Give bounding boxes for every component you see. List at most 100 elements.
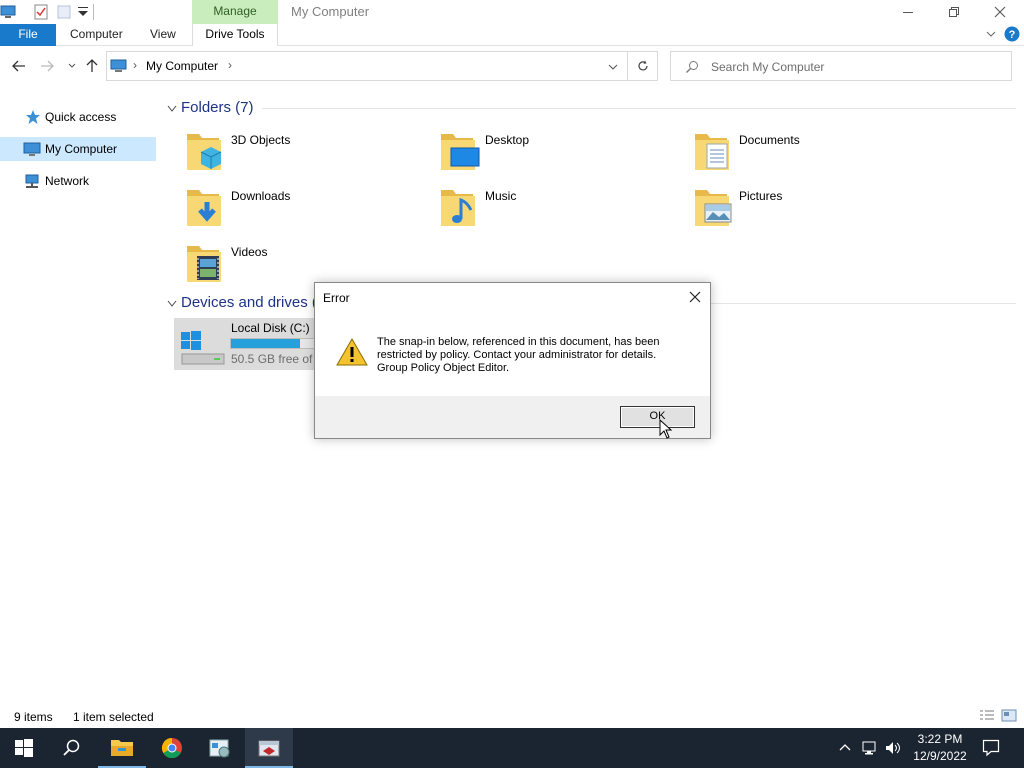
close-icon — [994, 6, 1006, 18]
taskbar-file-explorer[interactable] — [98, 728, 146, 768]
svg-text:?: ? — [1009, 29, 1016, 41]
tab-manage[interactable]: Manage — [192, 0, 278, 24]
warning-icon — [336, 337, 368, 370]
breadcrumb-chevron-icon[interactable]: › — [228, 58, 232, 72]
up-arrow-icon — [86, 59, 98, 72]
navigation-pane: Quick access My Computer Network — [0, 100, 156, 700]
dialog-close-button[interactable] — [685, 289, 705, 305]
3d-objects-folder-icon — [187, 134, 222, 170]
dialog-message-block: The snap-in below, referenced in this do… — [377, 336, 697, 375]
refresh-button[interactable] — [628, 51, 658, 81]
ok-button[interactable]: OK — [620, 406, 695, 428]
folder-name: Downloads — [231, 189, 291, 203]
drive-name: Local Disk (C:) — [231, 321, 310, 335]
taskbar-mmc[interactable] — [245, 728, 293, 768]
folder-name: Desktop — [485, 133, 530, 147]
search-icon — [685, 60, 699, 77]
computer-icon — [110, 58, 128, 77]
show-hidden-icons-button[interactable] — [838, 740, 852, 757]
clock-date[interactable]: 12/9/2022 — [908, 749, 972, 763]
details-view-icon[interactable] — [979, 709, 995, 726]
devices-group-header[interactable]: Devices and drives ( — [181, 294, 315, 314]
computer-icon[interactable] — [0, 4, 16, 20]
drive-local-disk-c[interactable]: Local Disk (C:) 50.5 GB free of 7 — [174, 318, 314, 370]
breadcrumb-my-computer[interactable]: My Computer — [146, 59, 218, 73]
folder-name: Pictures — [739, 189, 783, 203]
minimize-icon — [903, 12, 913, 13]
error-dialog: Error The snap-in below, referenced in t… — [314, 282, 711, 439]
properties-icon[interactable] — [33, 4, 49, 20]
folder-music[interactable]: Music — [439, 186, 669, 234]
search-icon — [63, 739, 80, 756]
dialog-footer: OK — [315, 396, 710, 438]
windows-drive-icon — [181, 331, 225, 365]
customize-quick-access-icon[interactable] — [75, 4, 91, 20]
volume-tray-icon[interactable] — [884, 740, 902, 759]
notifications-button[interactable] — [982, 739, 1000, 760]
file-explorer-icon — [111, 740, 133, 756]
desktop-folder-icon — [441, 134, 480, 170]
downloads-folder-icon — [187, 190, 221, 226]
chevron-up-icon — [839, 744, 851, 751]
folder-pictures[interactable]: Pictures — [693, 186, 923, 234]
tab-view[interactable]: View — [150, 24, 176, 46]
folder-3d-objects[interactable]: 3D Objects — [185, 130, 415, 178]
new-folder-icon[interactable] — [56, 4, 72, 20]
collapse-folders-icon[interactable] — [166, 103, 178, 117]
star-icon — [25, 109, 41, 128]
large-icons-view-icon[interactable] — [1001, 709, 1017, 726]
group-divider — [711, 303, 1016, 304]
search-input[interactable]: Search My Computer — [711, 60, 824, 74]
window-title: My Computer — [291, 4, 370, 19]
control-panel-icon — [209, 739, 230, 758]
sidebar-item-network[interactable]: Network — [0, 169, 156, 193]
music-folder-icon — [441, 190, 475, 226]
search-box[interactable]: Search My Computer — [670, 51, 1012, 81]
tab-file[interactable]: File — [0, 24, 56, 46]
minimize-button[interactable] — [885, 0, 931, 24]
help-icon[interactable]: ? — [1004, 26, 1020, 45]
documents-folder-icon — [695, 134, 729, 170]
restore-button[interactable] — [931, 0, 977, 24]
clock-time[interactable]: 3:22 PM — [912, 732, 968, 746]
windows-logo-icon — [15, 739, 33, 757]
folder-name: Music — [485, 189, 517, 203]
pictures-folder-icon — [695, 190, 732, 226]
dialog-message: The snap-in below, referenced in this do… — [377, 336, 660, 361]
network-tray-icon[interactable] — [862, 740, 880, 759]
recent-locations-button[interactable] — [63, 57, 81, 75]
dialog-snapin-name: Group Policy Object Editor. — [377, 362, 510, 374]
folder-downloads[interactable]: Downloads — [185, 186, 415, 234]
breadcrumb-separator-icon: › — [133, 58, 137, 72]
start-button[interactable] — [0, 728, 48, 768]
notification-icon — [982, 739, 1000, 757]
taskbar-control-panel[interactable] — [196, 728, 244, 768]
forward-button[interactable] — [38, 57, 56, 75]
computer-icon — [23, 142, 41, 161]
dialog-title: Error — [323, 291, 350, 305]
folder-name: Videos — [231, 245, 268, 259]
back-button[interactable] — [10, 57, 28, 75]
restore-icon — [949, 7, 959, 17]
taskbar: 3:22 PM 12/9/2022 — [0, 728, 1024, 768]
sidebar-item-my-computer[interactable]: My Computer — [0, 137, 156, 161]
tab-computer[interactable]: Computer — [70, 24, 123, 46]
address-bar[interactable]: › My Computer › — [106, 51, 628, 81]
tab-drive-tools[interactable]: Drive Tools — [192, 24, 278, 46]
status-item-count: 9 items — [14, 710, 53, 724]
drive-free-space: 50.5 GB free of 7 — [231, 352, 314, 366]
collapse-devices-icon[interactable] — [166, 298, 178, 312]
close-button[interactable] — [977, 0, 1023, 24]
expand-ribbon-icon[interactable] — [985, 28, 997, 43]
back-arrow-icon — [12, 60, 25, 72]
folder-documents[interactable]: Documents — [693, 130, 923, 178]
folders-group-header[interactable]: Folders (7) — [181, 99, 254, 119]
taskbar-chrome[interactable] — [148, 728, 196, 768]
up-button[interactable] — [83, 57, 101, 75]
address-dropdown-icon[interactable] — [607, 61, 619, 76]
ribbon-tabs: File Computer View Drive Tools ? — [0, 24, 1024, 46]
taskbar-search-button[interactable] — [48, 728, 96, 768]
sidebar-item-quick-access[interactable]: Quick access — [0, 105, 156, 129]
folder-desktop[interactable]: Desktop — [439, 130, 669, 178]
management-console-icon — [258, 740, 280, 757]
